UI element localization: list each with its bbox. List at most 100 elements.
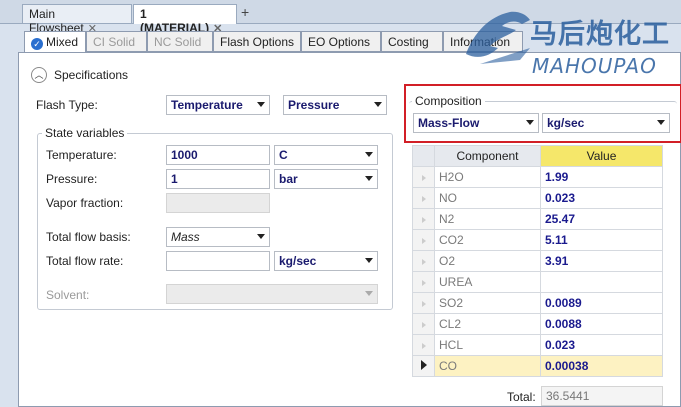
temperature-label: Temperature: [46,148,117,162]
doc-tab-main-flowsheet[interactable]: Main Flowsheet ✕ [22,4,132,35]
row-header[interactable] [412,334,435,356]
total-label: Total: [507,390,536,404]
table-row[interactable]: CL2 0.0088 [412,313,663,335]
temperature-unit-select[interactable]: C [274,145,378,165]
component-cell: N2 [434,208,541,230]
value-cell[interactable]: 0.0089 [540,292,663,314]
select-value: Mass [171,230,200,244]
table-row[interactable]: CO 0.00038 [412,355,663,377]
vapor-fraction-label: Vapor fraction: [46,196,124,210]
chevron-down-icon [365,258,373,263]
component-cell: O2 [434,250,541,272]
total-value: 36.5441 [541,386,663,406]
table-row[interactable]: UREA [412,271,663,293]
component-cell: CL2 [434,313,541,335]
row-header[interactable] [412,208,435,230]
row-header[interactable] [412,355,435,377]
current-row-arrow-icon [420,360,427,370]
total-flow-rate-input[interactable] [166,251,270,271]
value-cell[interactable] [540,271,663,293]
tab-label: Flash Options [220,35,295,49]
flash-type-label: Flash Type: [36,98,98,112]
row-header[interactable] [412,292,435,314]
component-cell: NO [434,187,541,209]
table-row[interactable]: NO 0.023 [412,187,663,209]
row-header[interactable] [412,229,435,251]
value-cell[interactable]: 5.11 [540,229,663,251]
row-header[interactable] [412,187,435,209]
composition-title: Composition [412,94,485,108]
chevron-down-icon [526,120,534,125]
composition-table-body: H2O 1.99 NO 0.023 N2 25.47 CO2 5.11 O2 3.91 UREA SO… [412,166,663,377]
tab-eo-options[interactable]: EO Options [301,31,381,52]
row-marker-icon [421,238,426,244]
new-tab-icon[interactable]: + [241,4,249,20]
tab-label: Mixed [46,35,79,49]
stream-input-panel: ︿ Specifications Flash Type: Temperature… [18,52,681,407]
composition-basis-select[interactable]: Mass-Flow [413,113,539,133]
tab-mixed[interactable]: ✓ Mixed [24,31,86,53]
row-marker-icon [421,343,426,349]
value-cell[interactable]: 25.47 [540,208,663,230]
collapse-icon[interactable]: ︿ [31,67,47,83]
composition-unit-select[interactable]: kg/sec [542,113,670,133]
vapor-fraction-input[interactable] [166,193,270,213]
row-marker-icon [421,217,426,223]
pressure-label: Pressure: [46,172,98,186]
table-row[interactable]: H2O 1.99 [412,166,663,188]
select-value: Temperature [171,98,243,112]
value-cell[interactable]: 0.0088 [540,313,663,335]
value-cell[interactable]: 3.91 [540,250,663,272]
table-row[interactable]: CO2 5.11 [412,229,663,251]
value-cell[interactable]: 0.023 [540,187,663,209]
select-value: Pressure [288,98,340,112]
tab-ci-solid[interactable]: CI Solid [86,31,147,52]
row-marker-icon [421,196,426,202]
check-icon: ✓ [31,38,43,50]
value-cell[interactable]: 1.99 [540,166,663,188]
row-marker-icon [421,280,426,286]
table-row[interactable]: HCL 0.023 [412,334,663,356]
table-row[interactable]: O2 3.91 [412,250,663,272]
component-cell: SO2 [434,292,541,314]
doc-tab-material[interactable]: 1 (MATERIAL) ✕ [133,4,237,35]
tab-label: NC Solid [154,35,202,49]
table-row[interactable]: N2 25.47 [412,208,663,230]
component-cell: CO2 [434,229,541,251]
table-row[interactable]: SO2 0.0089 [412,292,663,314]
pressure-input[interactable]: 1 [166,169,270,189]
total-flow-rate-unit-select[interactable]: kg/sec [274,251,378,271]
watermark-logo: 马后炮化工 MAHOUPAO [460,2,681,78]
row-header[interactable] [412,271,435,293]
chevron-down-icon [365,152,373,157]
row-header[interactable] [412,313,435,335]
pressure-unit-select[interactable]: bar [274,169,378,189]
row-marker-icon [421,301,426,307]
flash-type-select-2[interactable]: Pressure [283,95,387,115]
chevron-down-icon [257,234,265,239]
select-value: kg/sec [279,254,317,268]
total-flow-basis-select[interactable]: Mass [166,227,270,247]
temperature-input[interactable]: 1000 [166,145,270,165]
row-marker-icon [421,259,426,265]
total-flow-rate-label: Total flow rate: [46,254,124,268]
tab-label: Costing [388,35,429,49]
select-value: kg/sec [547,116,585,130]
chevron-down-icon [257,102,265,107]
tab-flash-options[interactable]: Flash Options [213,31,301,52]
chevron-down-icon [365,291,373,296]
row-marker-icon [421,322,426,328]
watermark-en: MAHOUPAO [532,54,657,78]
total-flow-basis-label: Total flow basis: [46,230,131,244]
value-cell[interactable]: 0.00038 [540,355,663,377]
component-cell: UREA [434,271,541,293]
component-cell: HCL [434,334,541,356]
row-header[interactable] [412,250,435,272]
flash-type-select-1[interactable]: Temperature [166,95,270,115]
solvent-select[interactable] [166,284,378,304]
column-header-value: Value [540,145,663,167]
value-cell[interactable]: 0.023 [540,334,663,356]
row-header[interactable] [412,166,435,188]
tab-nc-solid[interactable]: NC Solid [147,31,213,52]
tab-costing[interactable]: Costing [381,31,443,52]
